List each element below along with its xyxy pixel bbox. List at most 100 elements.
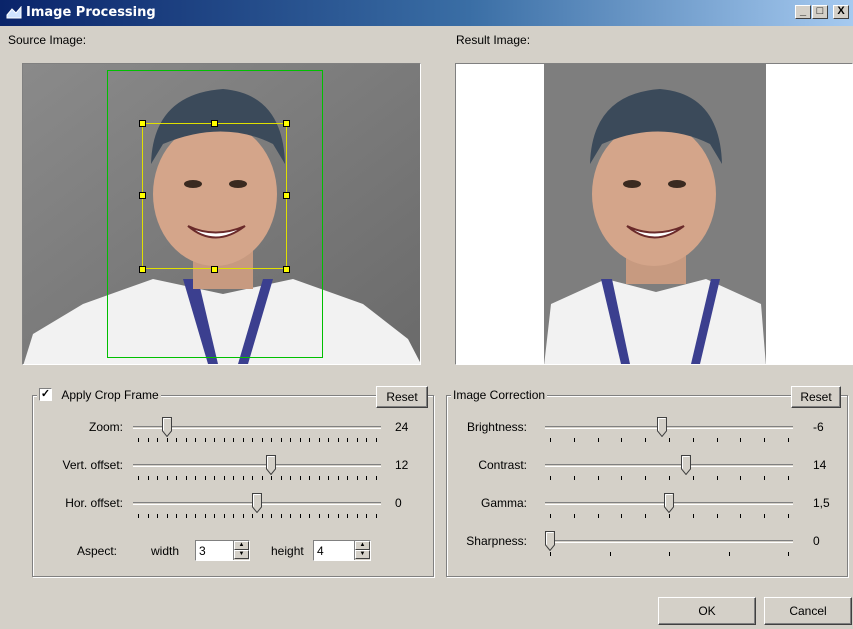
slider-ticks bbox=[550, 552, 789, 556]
slider-ticks bbox=[138, 476, 377, 480]
slider-track[interactable] bbox=[545, 540, 793, 543]
slider-tick bbox=[376, 514, 377, 518]
slider-tick bbox=[280, 476, 282, 480]
slider-tick bbox=[347, 476, 349, 480]
slider-ticks bbox=[550, 514, 789, 518]
slider-tick bbox=[550, 476, 551, 480]
slider-thumb[interactable] bbox=[266, 455, 277, 475]
slider-tick bbox=[366, 476, 368, 480]
spin-up-icon[interactable]: ▲ bbox=[234, 541, 249, 550]
slider-tick bbox=[788, 552, 789, 556]
slider-thumb[interactable] bbox=[680, 455, 691, 475]
slider-ticks bbox=[138, 438, 377, 442]
slider-tick bbox=[176, 476, 178, 480]
slider-track[interactable] bbox=[545, 426, 793, 429]
slider-tick bbox=[252, 438, 254, 442]
height-label: height bbox=[271, 544, 304, 558]
slider-thumb[interactable] bbox=[252, 493, 262, 513]
close-button[interactable]: X bbox=[833, 5, 849, 19]
crop-reset-button[interactable]: Reset bbox=[376, 386, 428, 408]
slider-tick bbox=[166, 514, 168, 518]
slider-tick bbox=[318, 514, 320, 518]
slider-tick bbox=[242, 514, 244, 518]
height-spinner[interactable]: 4 ▲ ▼ bbox=[313, 540, 371, 561]
minimize-button[interactable]: _ bbox=[795, 5, 811, 19]
slider-tick bbox=[669, 514, 670, 518]
cancel-button[interactable]: Cancel bbox=[764, 597, 852, 625]
slider-tick bbox=[147, 514, 149, 518]
slider-tick bbox=[728, 552, 730, 556]
slider-tick bbox=[157, 476, 159, 480]
height-value: 4 bbox=[317, 544, 324, 558]
slider-tick bbox=[309, 438, 311, 442]
spin-down-icon[interactable]: ▼ bbox=[234, 550, 249, 559]
slider-tick bbox=[337, 514, 339, 518]
slider-label: Vert. offset: bbox=[62, 458, 123, 472]
slider-ticks bbox=[550, 476, 789, 480]
apply-crop-checkbox[interactable]: ✓ bbox=[39, 388, 52, 402]
spin-up-icon[interactable]: ▲ bbox=[355, 541, 370, 550]
slider-tick bbox=[233, 438, 235, 442]
image-correction-title: Image Correction bbox=[451, 388, 548, 402]
face-frame-handle[interactable] bbox=[283, 192, 290, 199]
source-image[interactable] bbox=[22, 63, 421, 365]
face-frame[interactable] bbox=[142, 123, 287, 269]
slider-tick bbox=[214, 438, 216, 442]
slider-tick bbox=[376, 438, 377, 442]
slider-tick bbox=[214, 476, 216, 480]
minimize-icon: _ bbox=[799, 5, 807, 17]
slider-value: 0 bbox=[395, 496, 402, 510]
slider-tick bbox=[621, 514, 623, 518]
face-frame-handle[interactable] bbox=[139, 192, 146, 199]
slider-thumb[interactable] bbox=[545, 531, 555, 551]
slider-tick bbox=[280, 438, 282, 442]
slider-tick bbox=[185, 514, 187, 518]
slider-tick bbox=[138, 438, 139, 442]
slider-tick bbox=[147, 438, 149, 442]
slider-tick bbox=[204, 438, 206, 442]
slider-label: Contrast: bbox=[478, 458, 527, 472]
face-frame-handle[interactable] bbox=[211, 266, 218, 273]
slider-thumb[interactable] bbox=[656, 417, 667, 437]
slider-tick bbox=[290, 438, 292, 442]
image-correction-group: Image Correction Reset Brightness: -6 Cont… bbox=[446, 386, 848, 577]
slider-tick bbox=[176, 514, 178, 518]
slider-tick bbox=[788, 438, 789, 442]
slider-tick bbox=[764, 476, 766, 480]
ok-button[interactable]: OK bbox=[658, 597, 756, 625]
slider-track[interactable] bbox=[545, 464, 793, 467]
slider-tick bbox=[147, 476, 149, 480]
slider-tick bbox=[337, 438, 339, 442]
slider-tick bbox=[740, 514, 742, 518]
slider-tick bbox=[252, 476, 254, 480]
slider-thumb[interactable] bbox=[664, 493, 674, 513]
slider-tick bbox=[692, 476, 694, 480]
slider-tick bbox=[788, 476, 789, 480]
spin-down-icon[interactable]: ▼ bbox=[355, 550, 370, 559]
slider-tick bbox=[740, 476, 742, 480]
width-value: 3 bbox=[199, 544, 206, 558]
slider-tick bbox=[692, 514, 694, 518]
slider-tick bbox=[597, 514, 599, 518]
slider-tick bbox=[716, 476, 718, 480]
face-frame-handle[interactable] bbox=[211, 120, 218, 127]
slider-thumb[interactable] bbox=[161, 417, 172, 437]
face-frame-handle[interactable] bbox=[139, 120, 146, 127]
title-bar: Image Processing _ □ X bbox=[0, 0, 853, 26]
slider-tick bbox=[550, 552, 551, 556]
face-frame-handle[interactable] bbox=[283, 120, 290, 127]
slider-tick bbox=[669, 476, 670, 480]
width-spinner[interactable]: 3 ▲ ▼ bbox=[195, 540, 250, 561]
slider-track[interactable] bbox=[133, 464, 381, 467]
slider-tick bbox=[290, 514, 292, 518]
maximize-button[interactable]: □ bbox=[812, 5, 828, 19]
slider-tick bbox=[318, 438, 320, 442]
slider-value: -6 bbox=[813, 420, 824, 434]
slider-tick bbox=[252, 514, 254, 518]
correction-reset-button[interactable]: Reset bbox=[791, 386, 841, 408]
slider-tick bbox=[204, 514, 206, 518]
face-frame-handle[interactable] bbox=[283, 266, 290, 273]
app-icon bbox=[6, 6, 22, 19]
face-frame-handle[interactable] bbox=[139, 266, 146, 273]
slider-tick bbox=[764, 438, 766, 442]
